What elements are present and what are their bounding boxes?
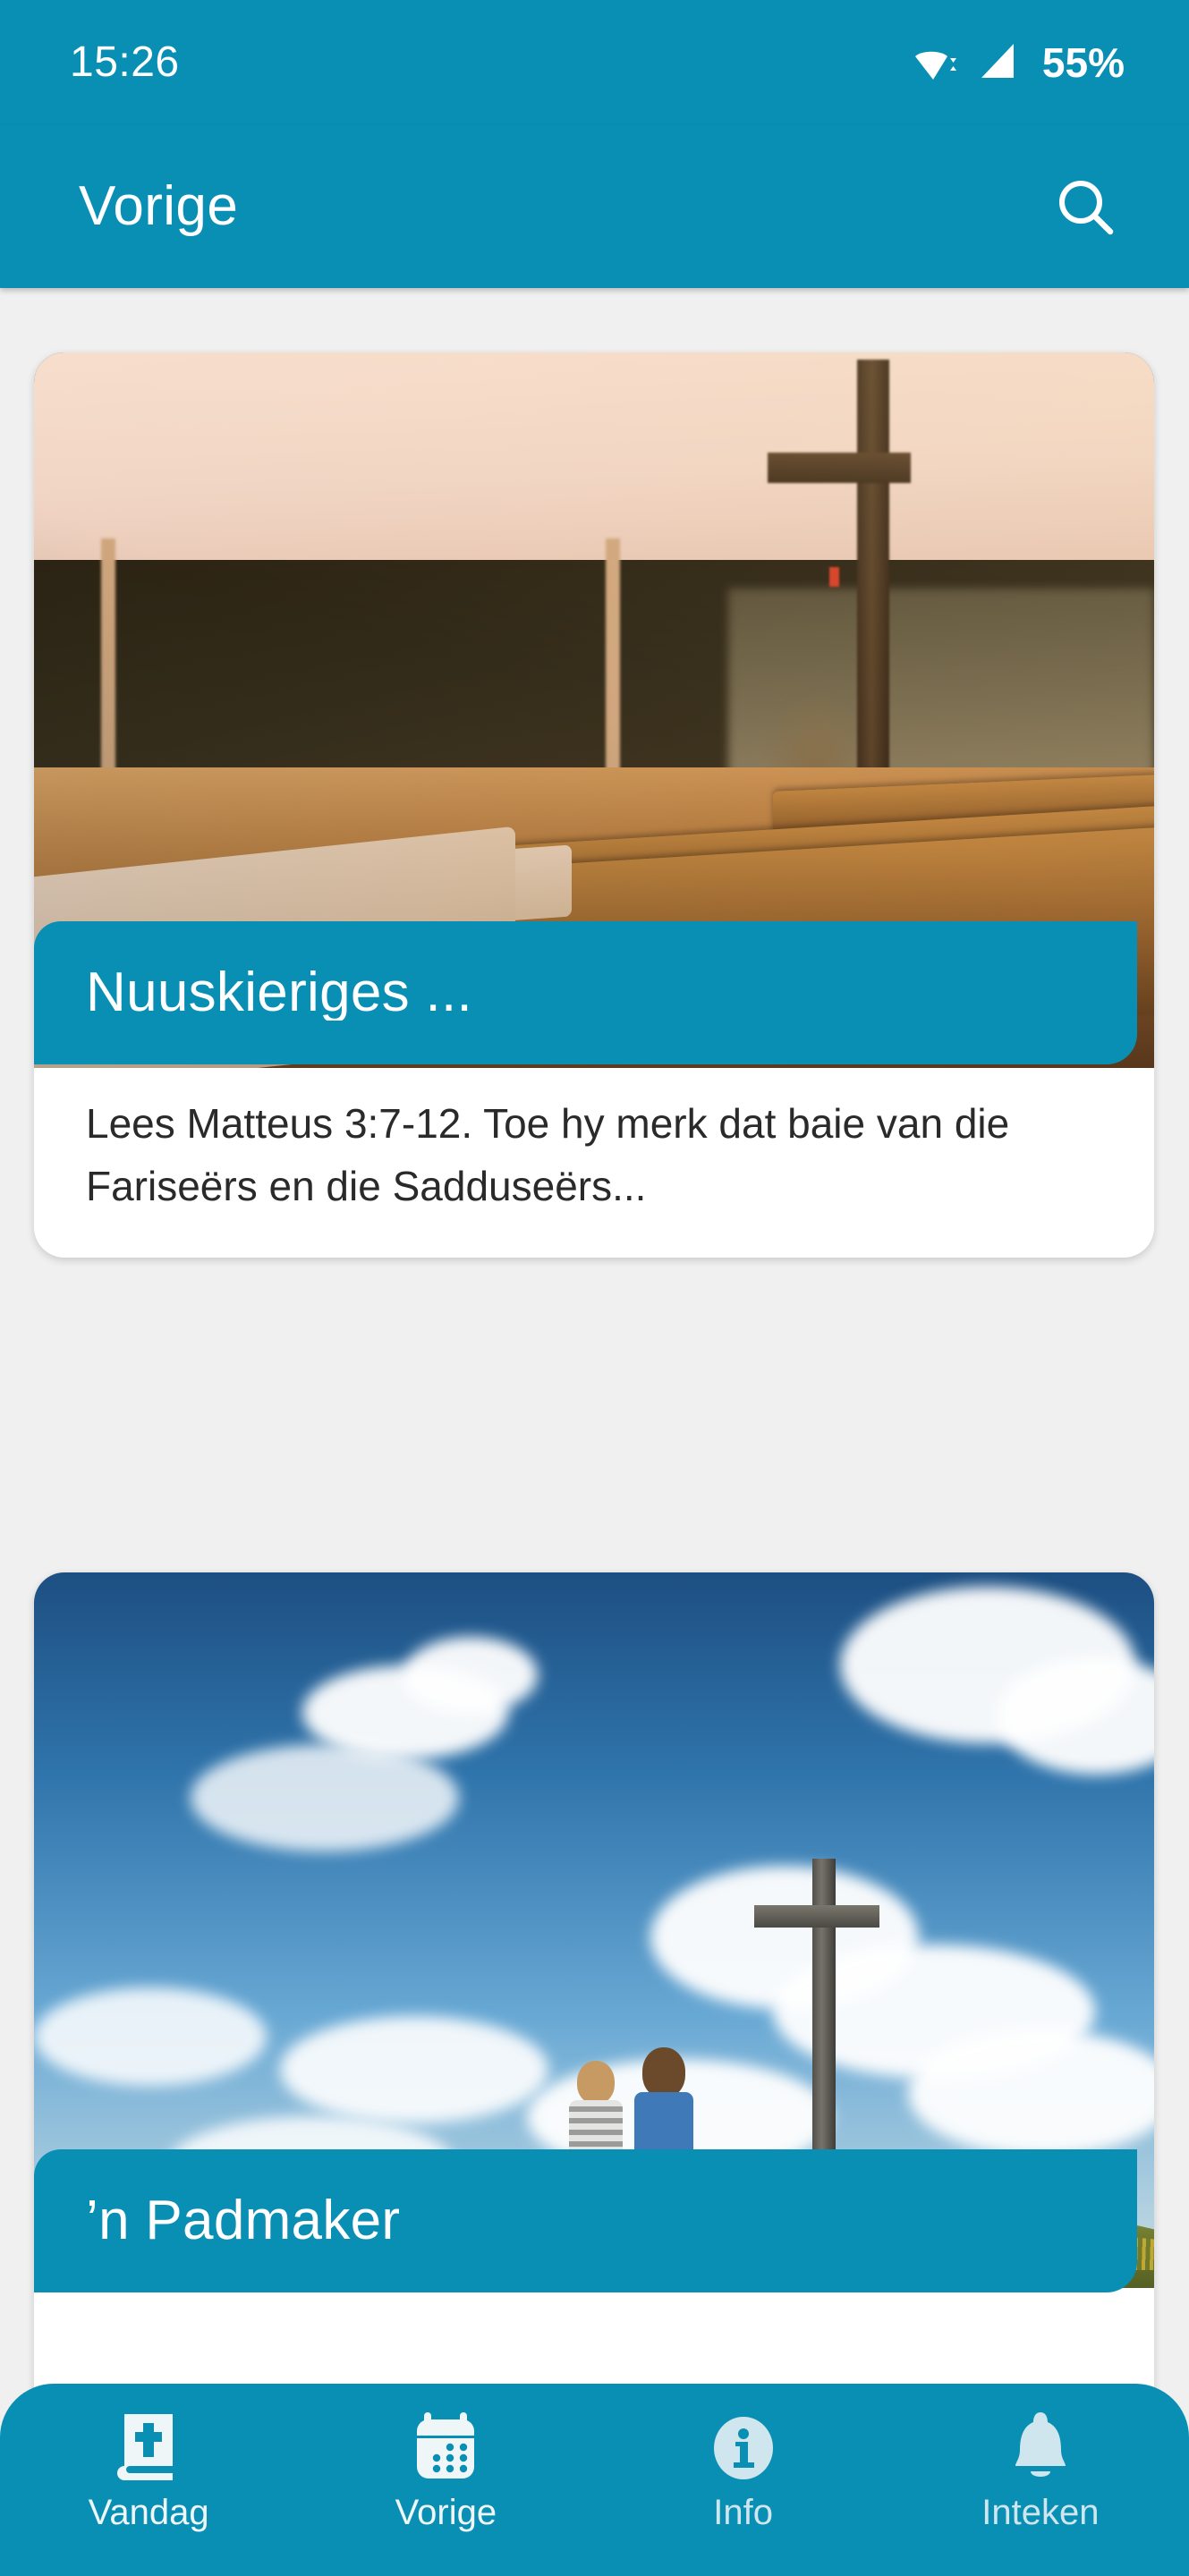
info-circle-icon bbox=[711, 2407, 776, 2482]
nav-item-vandag[interactable]: Vandag bbox=[0, 2407, 297, 2530]
wifi-icon bbox=[913, 40, 960, 86]
nav-label-info: Info bbox=[713, 2493, 773, 2532]
devotion-card-title-banner: ’n Padmaker bbox=[34, 2149, 1137, 2292]
devotion-card-title: Nuuskieriges ... bbox=[86, 965, 473, 1021]
status-bar-indicators: 55% bbox=[913, 40, 1125, 86]
nav-item-info[interactable]: Info bbox=[595, 2407, 892, 2530]
bible-book-cross-icon bbox=[115, 2407, 182, 2482]
status-bar: 15:26 55% bbox=[0, 0, 1189, 125]
devotion-card-title-banner: Nuuskieriges ... bbox=[34, 921, 1137, 1064]
calendar-icon bbox=[410, 2407, 481, 2482]
nav-item-vorige[interactable]: Vorige bbox=[297, 2407, 594, 2530]
nav-item-inteken[interactable]: Inteken bbox=[892, 2407, 1189, 2530]
status-bar-clock: 15:26 bbox=[70, 38, 180, 86]
app-bar: Vorige bbox=[0, 125, 1189, 288]
devotion-card-title: ’n Padmaker bbox=[86, 2193, 401, 2249]
page-title: Vorige bbox=[79, 175, 239, 237]
bottom-navigation-bar: Vandag Vorige Info Inteken bbox=[0, 2384, 1189, 2576]
bell-icon bbox=[1008, 2407, 1073, 2482]
battery-percentage: 55% bbox=[1041, 39, 1125, 86]
nav-label-inteken: Inteken bbox=[981, 2493, 1100, 2532]
devotion-card[interactable]: Nuuskieriges ... Lees Matteus 3:7-12. To… bbox=[34, 352, 1154, 1258]
app-screen: 15:26 55% Vorige Nuuskieriges ... Lees M… bbox=[0, 0, 1189, 2576]
devotion-card[interactable]: ’n Padmaker bbox=[34, 1572, 1154, 2478]
cellular-signal-icon bbox=[978, 40, 1021, 86]
devotion-card-excerpt: Lees Matteus 3:7-12. Toe hy merk dat bai… bbox=[86, 1100, 1010, 1209]
search-icon[interactable] bbox=[1044, 165, 1126, 248]
nav-label-vorige: Vorige bbox=[395, 2493, 497, 2532]
nav-label-vandag: Vandag bbox=[88, 2493, 209, 2532]
devotion-list[interactable]: Nuuskieriges ... Lees Matteus 3:7-12. To… bbox=[0, 295, 1189, 2576]
